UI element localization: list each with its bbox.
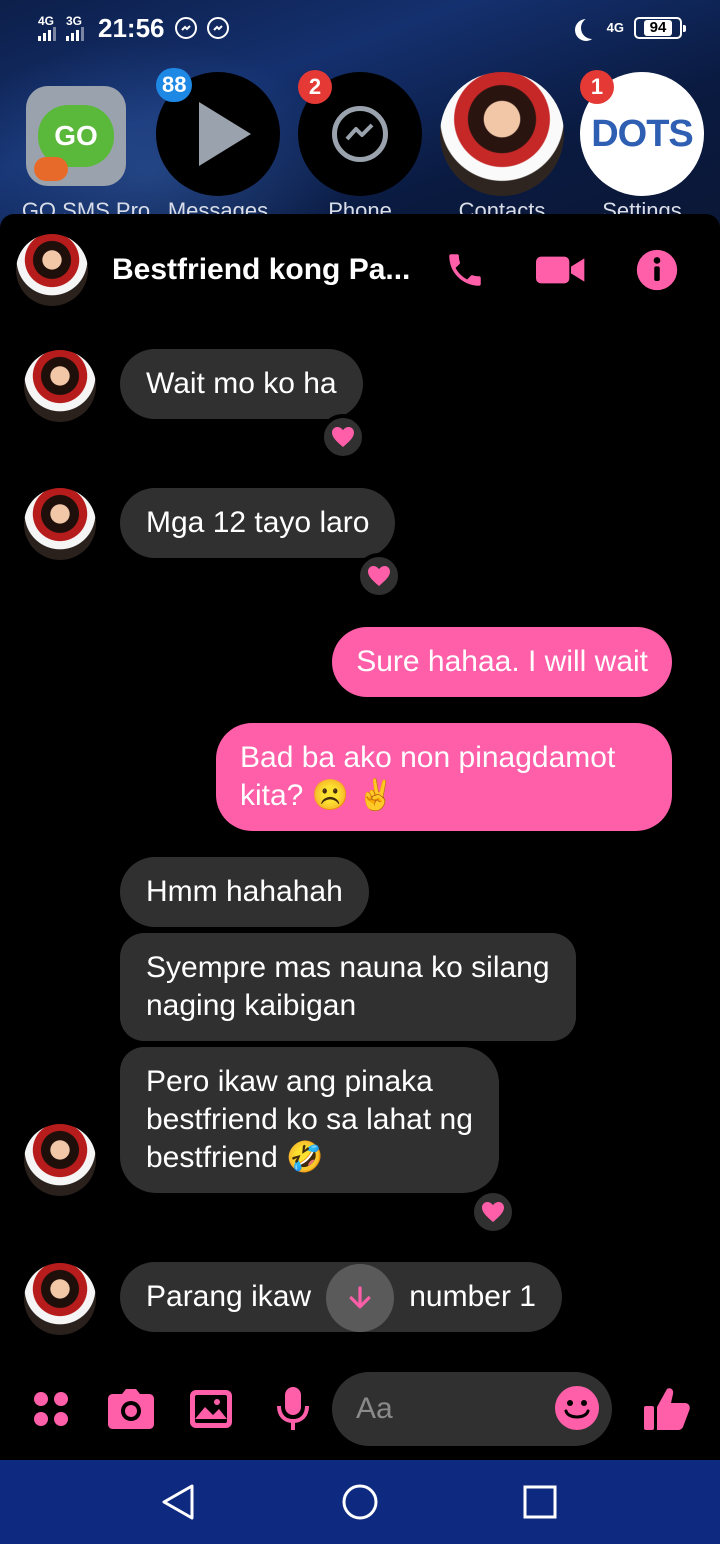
arrow-down-icon (349, 1286, 371, 1309)
sim2-signal: 3G (66, 15, 84, 41)
messenger-icon (332, 106, 388, 162)
play-icon (199, 102, 251, 166)
unread-badge: 1 (580, 70, 614, 104)
signal-bars-icon (66, 27, 84, 41)
network-type: 4G (606, 20, 624, 35)
sim1-signal: 4G (38, 15, 56, 41)
avatar (24, 1124, 96, 1196)
heart-reaction-icon[interactable] (470, 1189, 516, 1235)
contacts-app[interactable] (440, 72, 564, 196)
battery-icon: 94 (634, 17, 686, 39)
go-sms-app[interactable]: GO (26, 86, 126, 186)
like-button[interactable] (642, 1384, 692, 1434)
status-bar: 4G 3G 21:56 4G 94 (0, 0, 720, 56)
avatar (24, 350, 96, 422)
unread-badge: 88 (156, 68, 193, 102)
avatar (24, 488, 96, 560)
message-composer (0, 1362, 720, 1458)
incoming-message[interactable]: Hmm hahahah (120, 857, 369, 927)
go-sms-icon: GO (34, 105, 114, 181)
unread-badge: 2 (298, 70, 332, 104)
incoming-message[interactable]: Mga 12 tayo laro (120, 488, 396, 558)
voice-call-button[interactable] (440, 245, 490, 295)
conversation-title[interactable]: Bestfriend kong Pa... (112, 253, 412, 287)
incoming-message[interactable]: Pero ikaw ang pinaka bestfriend ko sa la… (120, 1047, 499, 1193)
message-input[interactable] (356, 1390, 536, 1428)
chat-header: Bestfriend kong Pa... (0, 230, 720, 310)
dots-icon: DOTS (591, 112, 694, 155)
incoming-message[interactable]: Syempre mas nauna ko silang naging kaibi… (120, 933, 576, 1041)
heart-reaction-icon[interactable] (320, 414, 366, 460)
heart-reaction-icon[interactable] (356, 553, 402, 599)
home-button[interactable] (340, 1482, 380, 1522)
avatar[interactable] (16, 234, 88, 306)
signal-bars-icon (38, 27, 56, 41)
outgoing-message[interactable]: Bad ba ako non pinagdamot kita? ☹️ ✌️ (216, 723, 672, 831)
gallery-button[interactable] (186, 1384, 236, 1434)
emoji-button[interactable] (554, 1385, 600, 1431)
scroll-to-bottom-button[interactable] (326, 1264, 394, 1332)
recents-button[interactable] (520, 1482, 560, 1522)
messenger-notification-icon (206, 17, 229, 39)
messenger-notification-icon (174, 17, 197, 39)
video-call-button[interactable] (536, 245, 586, 295)
back-button[interactable] (158, 1482, 198, 1522)
clock: 21:56 (98, 12, 165, 43)
message-input-container (332, 1372, 612, 1446)
camera-button[interactable] (106, 1384, 156, 1434)
more-actions-button[interactable] (26, 1384, 76, 1434)
do-not-disturb-icon (581, 17, 603, 39)
incoming-message[interactable]: Wait mo ko ha (120, 349, 363, 419)
system-navigation-bar (0, 1460, 720, 1544)
avatar (24, 1263, 96, 1335)
outgoing-message[interactable]: Sure hahaa. I will wait (332, 627, 672, 697)
microphone-button[interactable] (268, 1384, 318, 1434)
info-button[interactable] (632, 245, 682, 295)
